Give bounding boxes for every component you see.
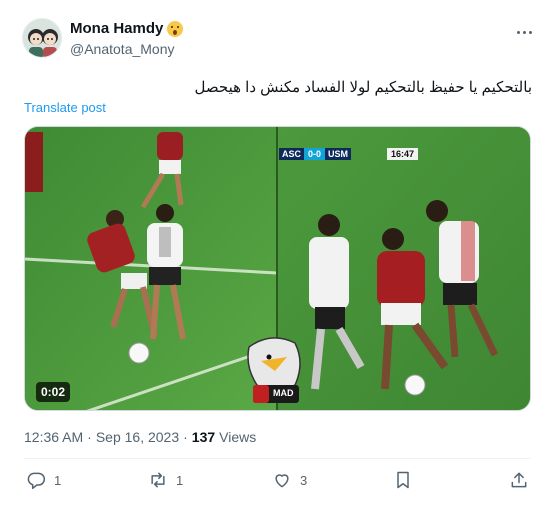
tweet-text: بالتحكيم يا حفيظ بالتحكيم لولا الفساد مك…: [194, 79, 532, 96]
scoreboard-clock: 16:47: [387, 148, 419, 160]
scoreboard-score: 0-0: [304, 148, 326, 160]
views-count: 137: [191, 429, 216, 445]
more-options-icon[interactable]: [512, 22, 536, 42]
avatar[interactable]: [22, 18, 62, 58]
tweet-time[interactable]: 12:36 AM: [24, 429, 83, 445]
reply-icon: [27, 472, 46, 490]
action-bar: 1 1 3: [0, 470, 546, 492]
scoreboard-home: ASC: [279, 148, 305, 160]
repost-button[interactable]: 1: [148, 470, 183, 490]
meta-separator: ·: [87, 429, 92, 445]
video-duration: 0:02: [36, 382, 71, 402]
scoreboard-away: USM: [325, 148, 352, 160]
author-display-name[interactable]: Mona Hamdy: [70, 20, 163, 37]
views-label: Views: [219, 429, 257, 445]
author-name-row[interactable]: Mona Hamdy: [70, 20, 184, 37]
ball-right: [404, 374, 426, 396]
share-icon: [511, 472, 527, 488]
scoreboard: ASC 0-0 USM 16:47: [279, 147, 419, 161]
repost-icon: [151, 472, 165, 488]
avatar-illustration: [23, 19, 61, 57]
watermark-label: MAD: [273, 388, 294, 398]
reply-count: 1: [54, 472, 62, 488]
ball-left: [128, 342, 150, 364]
bookmark-icon: [397, 471, 409, 489]
like-count: 3: [300, 472, 308, 488]
reply-button[interactable]: 1: [26, 470, 61, 490]
translate-post-link[interactable]: Translate post: [24, 100, 106, 115]
hushed-face-emoji-icon: [167, 20, 184, 37]
tweet-date[interactable]: Sep 16, 2023: [96, 429, 179, 445]
tweet-meta: 12:36 AM · Sep 16, 2023 · 137 Views: [24, 429, 256, 445]
divider: [24, 458, 531, 459]
heart-icon: [275, 474, 289, 488]
bookmark-button[interactable]: [393, 470, 413, 490]
video-frame: [25, 127, 530, 410]
repost-count: 1: [176, 472, 184, 488]
meta-separator: ·: [183, 429, 188, 445]
author-handle[interactable]: @Anatota_Mony: [70, 41, 175, 57]
video-player[interactable]: ASC 0-0 USM 16:47 MAD: [24, 126, 531, 411]
like-button[interactable]: 3: [272, 470, 307, 490]
share-button[interactable]: [509, 470, 529, 490]
